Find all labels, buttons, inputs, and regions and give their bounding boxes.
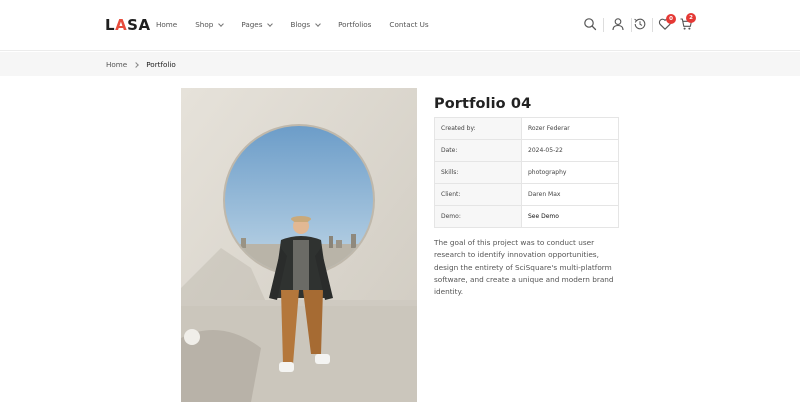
breadcrumb-current: Portfolio xyxy=(146,60,176,69)
nav-home[interactable]: Home xyxy=(156,20,177,29)
main-nav: Home Shop Pages Blogs Portfolios Contact… xyxy=(156,20,447,29)
detail-value: Daren Max xyxy=(521,183,619,206)
nav-shop-label: Shop xyxy=(195,20,214,29)
logo-prefix: L xyxy=(105,16,116,34)
breadcrumb-home[interactable]: Home xyxy=(106,60,127,69)
detail-row-client: Client: Daren Max xyxy=(434,183,619,206)
nav-pages[interactable]: Pages xyxy=(241,20,274,29)
breadcrumb: Home Portfolio xyxy=(106,60,176,69)
nav-portfolios[interactable]: Portfolios xyxy=(338,20,371,29)
cart-count-badge: 2 xyxy=(686,13,696,23)
history-icon[interactable] xyxy=(633,17,649,33)
logo-suffix: SA xyxy=(127,16,151,34)
detail-label: Client: xyxy=(434,183,522,206)
detail-row-date: Date: 2024-05-22 xyxy=(434,139,619,162)
search-icon[interactable] xyxy=(583,17,599,33)
nav-contact[interactable]: Contact Us xyxy=(389,20,428,29)
site-header: LASA Home Shop Pages Blogs Portfolios Co… xyxy=(0,0,800,51)
portfolio-details-table: Created by: Rozer Federar Date: 2024-05-… xyxy=(434,117,619,228)
portfolio-title: Portfolio 04 xyxy=(434,96,532,112)
detail-value: 2024-05-22 xyxy=(521,139,619,162)
detail-label: Skills: xyxy=(434,161,522,184)
detail-value: photography xyxy=(521,161,619,184)
chevron-right-icon xyxy=(133,61,140,68)
breadcrumb-bar: Home Portfolio xyxy=(0,52,800,76)
detail-row-created-by: Created by: Rozer Federar xyxy=(434,117,619,140)
chevron-down-icon xyxy=(315,20,321,27)
detail-label: Demo: xyxy=(434,205,522,228)
header-divider xyxy=(631,18,632,32)
nav-home-label: Home xyxy=(156,20,178,29)
site-logo[interactable]: LASA xyxy=(105,16,151,34)
chevron-down-icon xyxy=(218,20,225,27)
nav-contact-label: Contact Us xyxy=(389,20,429,29)
detail-row-skills: Skills: photography xyxy=(434,161,619,184)
header-actions: 0 2 xyxy=(580,13,700,35)
detail-row-demo: Demo: See Demo xyxy=(434,205,619,228)
nav-shop[interactable]: Shop xyxy=(195,20,225,29)
detail-label: Date: xyxy=(434,139,522,162)
portfolio-image xyxy=(181,88,417,402)
header-divider xyxy=(603,18,604,32)
wishlist-count-badge: 0 xyxy=(666,14,676,24)
nav-blogs[interactable]: Blogs xyxy=(290,20,321,29)
detail-label: Created by: xyxy=(434,117,522,140)
logo-accent: A xyxy=(115,16,128,34)
user-icon[interactable] xyxy=(611,17,627,33)
portfolio-description: The goal of this project was to conduct … xyxy=(434,238,614,297)
nav-portfolios-label: Portfolios xyxy=(338,20,372,29)
chevron-down-icon xyxy=(267,20,274,27)
nav-pages-label: Pages xyxy=(241,20,263,29)
nav-blogs-label: Blogs xyxy=(290,20,311,29)
header-divider xyxy=(652,18,653,32)
detail-value: Rozer Federar xyxy=(521,117,619,140)
see-demo-link[interactable]: See Demo xyxy=(521,205,619,228)
